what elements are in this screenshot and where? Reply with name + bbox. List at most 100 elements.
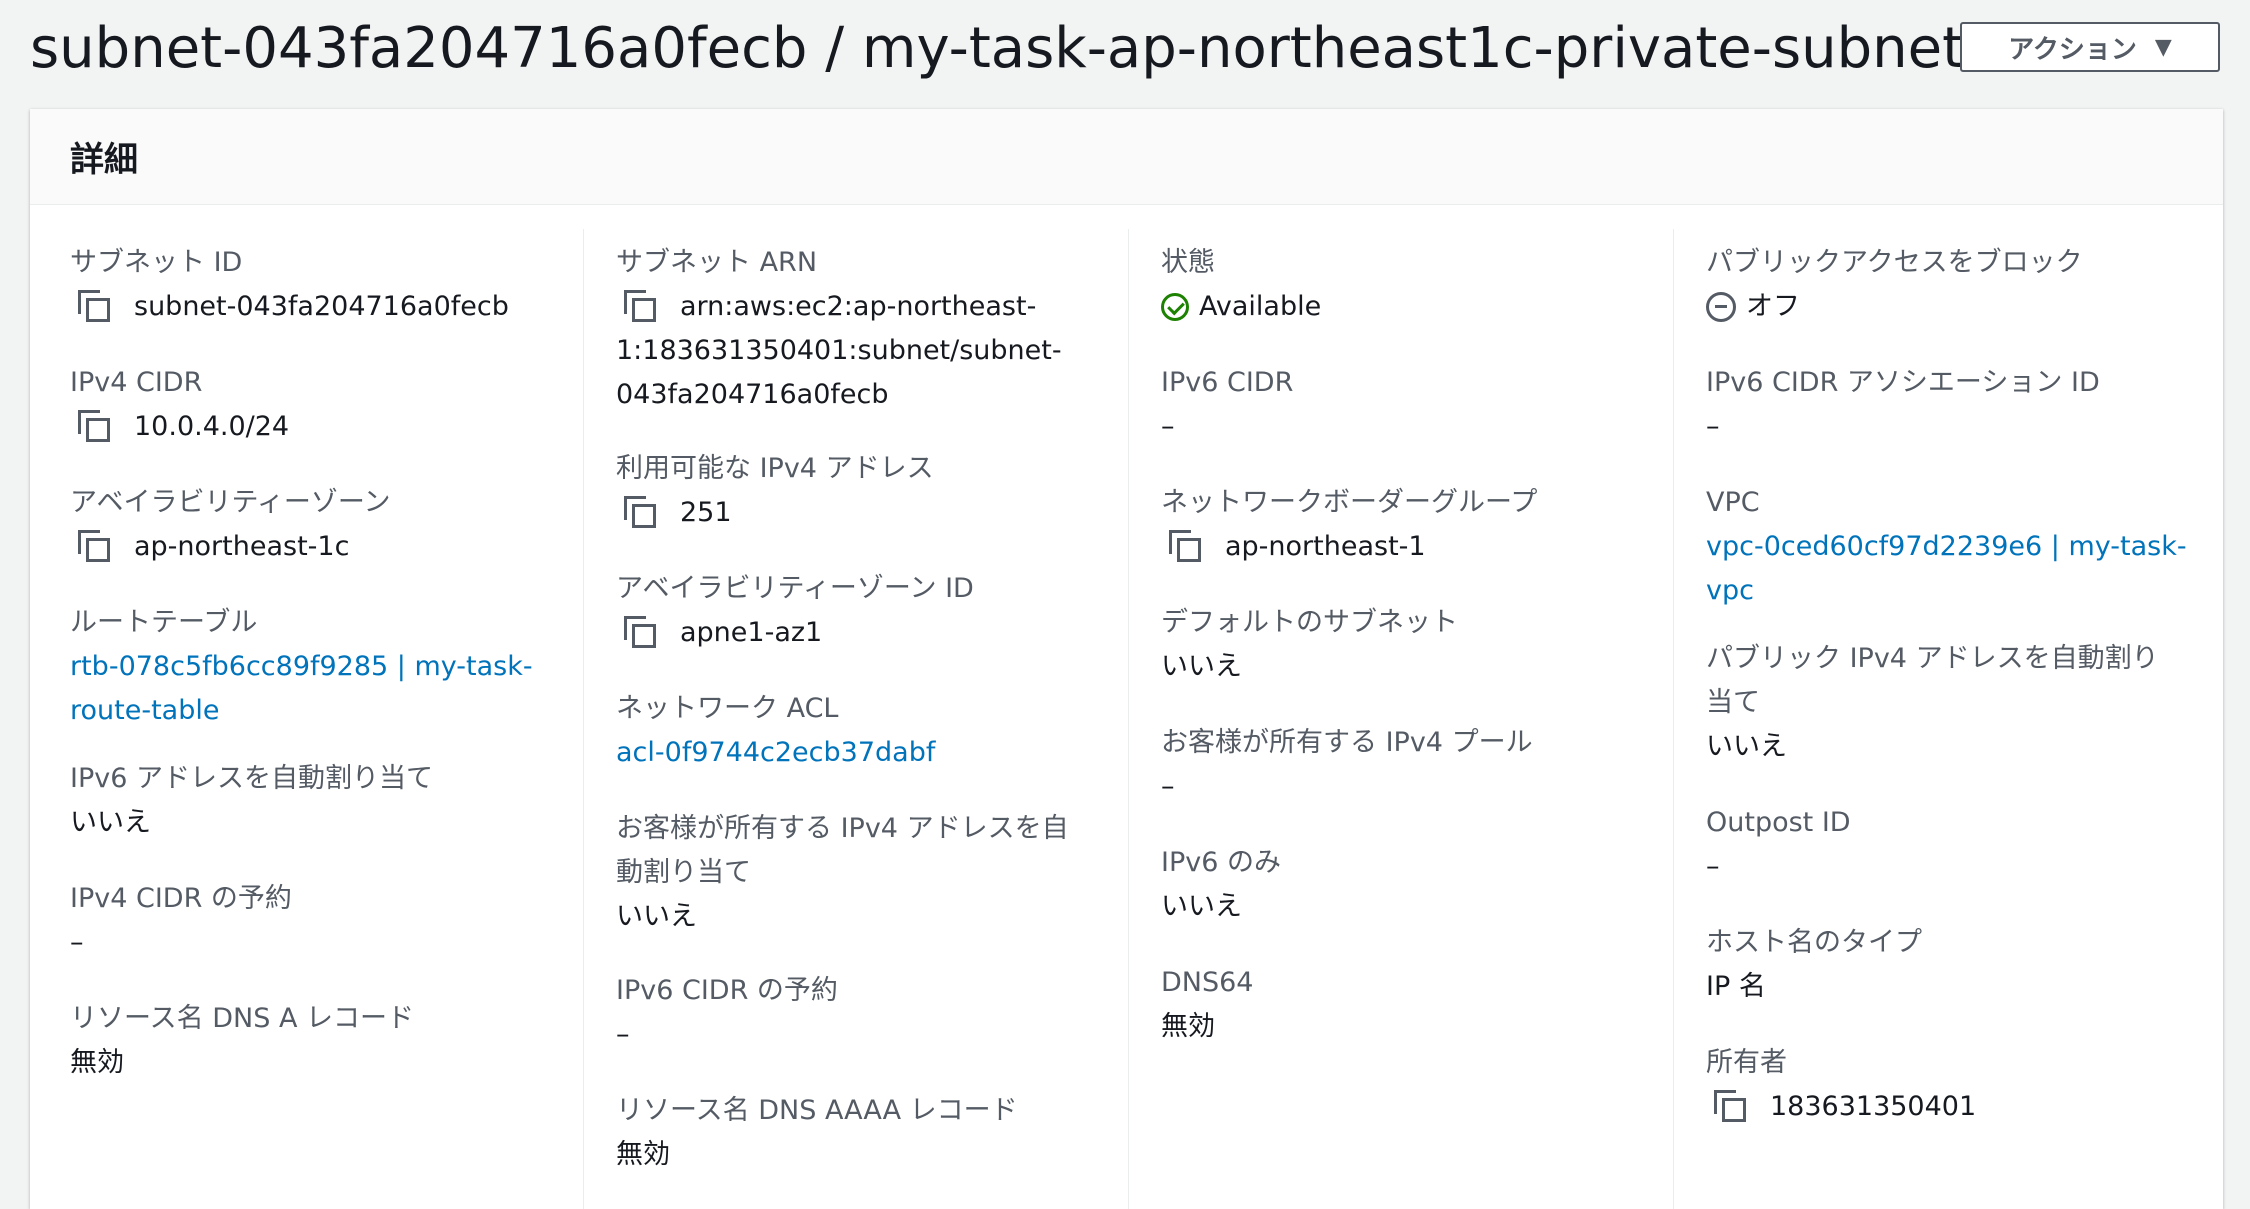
field-value: arn:aws:ec2:ap-northeast- 1:183631350401… — [616, 285, 1136, 417]
field-label: サブネット ID — [70, 247, 243, 278]
copy-icon[interactable] — [78, 290, 112, 324]
ipv6-association-id-value: – — [1706, 411, 1720, 442]
column-divider — [583, 229, 584, 1209]
field-subnet-arn: サブネット ARN arn:aws:ec2:ap-northeast- 1:18… — [616, 241, 1136, 417]
details-columns: サブネット ID subnet-043fa204716a0fecb IPv4 C… — [30, 205, 2223, 1209]
field-label: 状態 — [1161, 247, 1215, 278]
subnet-arn-line3: 043fa204716a0fecb — [616, 379, 889, 410]
field-value: ap-northeast-1 — [1161, 525, 1681, 569]
field-value: vpc-0ced60cf97d2239e6 | my-task- vpc — [1706, 525, 2226, 613]
field-label: VPC — [1706, 487, 1760, 518]
field-label: DNS64 — [1161, 967, 1254, 998]
field-label: パブリック IPv4 アドレスを自動割り 当て — [1706, 637, 2226, 725]
field-label: リソース名 DNS AAAA レコード — [616, 1095, 1018, 1126]
field-label: IPv6 のみ — [1161, 847, 1281, 878]
field-label: 利用可能な IPv4 アドレス — [616, 453, 934, 484]
minus-circle-icon — [1706, 292, 1736, 322]
vpc-link[interactable]: vpc-0ced60cf97d2239e6 | my-task- vpc — [1706, 531, 2187, 606]
hostname-type-value: IP 名 — [1706, 971, 1766, 1002]
vpc-link-line1: vpc-0ced60cf97d2239e6 | my-task- — [1706, 531, 2187, 562]
field-ipv4-cidr: IPv4 CIDR 10.0.4.0/24 — [70, 361, 590, 449]
field-label: IPv6 CIDR — [1161, 367, 1294, 398]
field-label: ルートテーブル — [70, 607, 258, 638]
field-label: アベイラビリティーゾーン ID — [616, 573, 974, 604]
label-line1: お客様が所有する IPv4 アドレスを自 — [616, 813, 1069, 844]
dns-a-record-value: 無効 — [70, 1047, 124, 1078]
field-value: subnet-043fa204716a0fecb — [70, 285, 590, 329]
label-line2: 当て — [1706, 687, 1760, 718]
field-availability-zone: アベイラビリティーゾーン ap-northeast-1c — [70, 481, 590, 569]
field-label: IPv4 CIDR — [70, 367, 203, 398]
network-acl-link[interactable]: acl-0f9744c2ecb37dabf — [616, 737, 935, 768]
column-divider — [1128, 229, 1129, 1209]
copy-icon[interactable] — [624, 616, 658, 650]
field-value: 183631350401 — [1706, 1085, 2226, 1129]
field-network-acl: ネットワーク ACL acl-0f9744c2ecb37dabf — [616, 687, 1136, 775]
dns64-value: 無効 — [1161, 1011, 1215, 1042]
ipv4-cidr-value: 10.0.4.0/24 — [134, 411, 290, 442]
field-hostname-type: ホスト名のタイプ IP 名 — [1706, 921, 2226, 1009]
field-label: IPv6 アドレスを自動割り当て — [70, 763, 433, 794]
field-value: ap-northeast-1c — [70, 525, 590, 569]
field-availability-zone-id: アベイラビリティーゾーン ID apne1-az1 — [616, 567, 1136, 655]
copy-icon[interactable] — [1714, 1090, 1748, 1124]
subnet-id-value: subnet-043fa204716a0fecb — [134, 291, 509, 322]
ipv6-cidr-value: – — [1161, 411, 1175, 442]
field-ipv6-association-id: IPv6 CIDR アソシエーション ID – — [1706, 361, 2226, 449]
field-outpost-id: Outpost ID – — [1706, 801, 2226, 889]
default-subnet-value: いいえ — [1161, 651, 1242, 682]
outpost-id-value: – — [1706, 851, 1720, 882]
customer-ipv4-auto-assign-value: いいえ — [616, 901, 697, 932]
copy-icon[interactable] — [624, 290, 658, 324]
field-label: ネットワークボーダーグループ — [1161, 487, 1538, 518]
field-ipv6-only: IPv6 のみ いいえ — [1161, 841, 1681, 929]
field-label: お客様が所有する IPv4 アドレスを自 動割り当て — [616, 807, 1136, 895]
label-line2: 動割り当て — [616, 857, 751, 888]
field-public-ipv4-auto-assign: パブリック IPv4 アドレスを自動割り 当て いいえ — [1706, 637, 2226, 769]
field-network-border-group: ネットワークボーダーグループ ap-northeast-1 — [1161, 481, 1681, 569]
subnet-arn-line1: arn:aws:ec2:ap-northeast- — [680, 291, 1037, 322]
copy-icon[interactable] — [78, 530, 112, 564]
route-table-link[interactable]: rtb-078c5fb6cc89f9285 | my-task- route-t… — [70, 651, 533, 726]
field-ipv6-cidr-reservation: IPv6 CIDR の予約 – — [616, 969, 1136, 1057]
customer-ipv4-pool-value: – — [1161, 771, 1175, 802]
field-block-public-access: パブリックアクセスをブロック オフ — [1706, 241, 2226, 329]
field-value: Available — [1161, 285, 1681, 329]
field-label: アベイラビリティーゾーン — [70, 487, 391, 518]
ipv6-auto-assign-value: いいえ — [70, 807, 151, 838]
field-customer-ipv4-pool: お客様が所有する IPv4 プール – — [1161, 721, 1681, 809]
vpc-link-line2: vpc — [1706, 575, 1754, 606]
field-label: パブリックアクセスをブロック — [1706, 247, 2083, 278]
field-label: デフォルトのサブネット — [1161, 607, 1458, 638]
field-value: オフ — [1706, 285, 2226, 329]
field-route-table: ルートテーブル rtb-078c5fb6cc89f9285 | my-task-… — [70, 601, 590, 733]
state-value: Available — [1199, 291, 1322, 322]
field-label: 所有者 — [1706, 1047, 1787, 1078]
subnet-arn-line2: 1:183631350401:subnet/subnet- — [616, 335, 1062, 366]
field-vpc: VPC vpc-0ced60cf97d2239e6 | my-task- vpc — [1706, 481, 2226, 613]
field-label: Outpost ID — [1706, 807, 1851, 838]
availability-zone-id-value: apne1-az1 — [680, 617, 823, 648]
field-value: acl-0f9744c2ecb37dabf — [616, 731, 1136, 775]
field-value: rtb-078c5fb6cc89f9285 | my-task- route-t… — [70, 645, 590, 733]
field-ipv4-cidr-reservation: IPv4 CIDR の予約 – — [70, 877, 590, 965]
field-value: apne1-az1 — [616, 611, 1136, 655]
field-label: ホスト名のタイプ — [1706, 927, 1922, 958]
check-circle-icon — [1161, 293, 1189, 321]
details-panel-header: 詳細 — [30, 109, 2223, 205]
caret-down-icon: ▼ — [2154, 34, 2172, 60]
copy-icon[interactable] — [624, 496, 658, 530]
actions-button[interactable]: アクション ▼ — [1960, 22, 2220, 72]
field-dns-aaaa-record: リソース名 DNS AAAA レコード 無効 — [616, 1089, 1136, 1177]
copy-icon[interactable] — [78, 410, 112, 444]
field-ipv6-cidr: IPv6 CIDR – — [1161, 361, 1681, 449]
field-label: IPv6 CIDR アソシエーション ID — [1706, 367, 2100, 398]
dns-aaaa-record-value: 無効 — [616, 1139, 670, 1170]
field-label: サブネット ARN — [616, 247, 818, 278]
copy-icon[interactable] — [1169, 530, 1203, 564]
field-ipv6-auto-assign: IPv6 アドレスを自動割り当て いいえ — [70, 757, 590, 845]
field-label: お客様が所有する IPv4 プール — [1161, 727, 1533, 758]
details-panel: 詳細 サブネット ID subnet-043fa204716a0fecb IPv… — [30, 109, 2223, 1209]
ipv4-reservation-value: – — [70, 927, 84, 958]
availability-zone-value: ap-northeast-1c — [134, 531, 350, 562]
